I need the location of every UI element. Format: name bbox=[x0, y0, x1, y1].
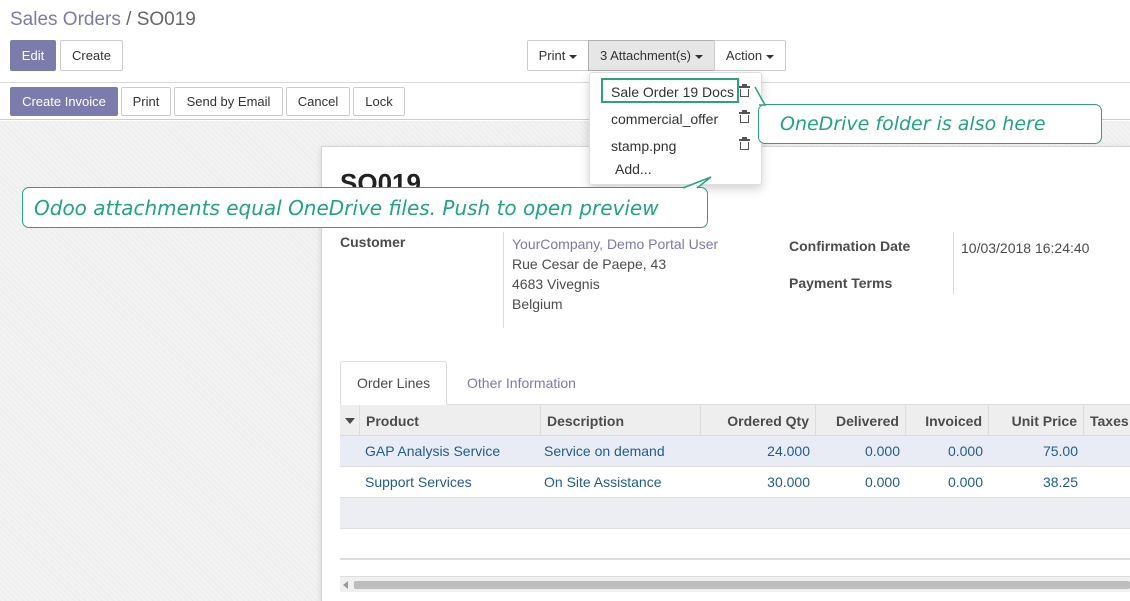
row-product: GAP Analysis Service bbox=[365, 443, 501, 459]
customer-link[interactable]: YourCompany, Demo Portal User bbox=[512, 234, 718, 254]
column-description[interactable]: Description bbox=[541, 405, 701, 436]
column-product[interactable]: Product bbox=[360, 405, 541, 436]
column-delivered[interactable]: Delivered bbox=[816, 405, 906, 436]
row-description: Service on demand bbox=[544, 443, 665, 459]
tab-other-information[interactable]: Other Information bbox=[451, 361, 592, 405]
print-dropdown-button[interactable]: Print bbox=[527, 40, 589, 71]
horizontal-scrollbar[interactable] bbox=[340, 576, 1130, 592]
address-line-1: Rue Cesar de Paepe, 43 bbox=[512, 256, 667, 272]
column-taxes[interactable]: Taxes bbox=[1084, 405, 1130, 436]
confirmation-date-label: Confirmation Date bbox=[789, 238, 911, 254]
control-panel: Sales Orders / SO019 Edit Create Print 3… bbox=[0, 0, 1130, 83]
callout-text: Odoo attachments equal OneDrive files. P… bbox=[34, 195, 659, 220]
trash-icon[interactable] bbox=[739, 137, 750, 150]
field-divider bbox=[503, 232, 504, 328]
attachments-callout: Odoo attachments equal OneDrive files. P… bbox=[22, 176, 712, 228]
cancel-button[interactable]: Cancel bbox=[286, 87, 350, 116]
attachments-dropdown-label: 3 Attachment(s) bbox=[599, 48, 692, 63]
row-invoiced: 0.000 bbox=[947, 474, 983, 490]
action-dropdown-button[interactable]: Action bbox=[714, 40, 786, 71]
callout-pointer bbox=[682, 176, 712, 189]
tab-order-lines[interactable]: Order Lines bbox=[340, 361, 448, 405]
row-unit-price: 75.00 bbox=[1042, 443, 1078, 459]
column-invoiced[interactable]: Invoiced bbox=[906, 405, 989, 436]
breadcrumb-current: SO019 bbox=[136, 9, 196, 30]
customer-label: Customer bbox=[340, 234, 406, 250]
row-invoiced: 0.000 bbox=[947, 443, 983, 459]
attachment-item-sale-order-docs[interactable]: Sale Order 19 Docs bbox=[611, 84, 734, 100]
address-line-2: 4683 Vivegnis bbox=[512, 276, 600, 292]
caret-down-icon bbox=[569, 54, 578, 59]
breadcrumb: Sales Orders / SO019 bbox=[10, 8, 196, 32]
trash-icon[interactable] bbox=[739, 84, 750, 97]
onedrive-folder-callout: OneDrive folder is also here bbox=[754, 86, 1102, 144]
field-divider bbox=[953, 232, 954, 294]
caret-down-icon bbox=[695, 54, 704, 59]
row-ordered-qty: 30.000 bbox=[767, 474, 810, 490]
edit-button[interactable]: Edit bbox=[10, 40, 56, 71]
customer-address: YourCompany, Demo Portal User Rue Cesar … bbox=[512, 234, 718, 314]
row-description: On Site Assistance bbox=[544, 474, 662, 490]
send-by-email-button[interactable]: Send by Email bbox=[174, 87, 283, 116]
attachment-item-commercial-offer[interactable]: commercial_offer bbox=[611, 111, 718, 127]
table-row[interactable]: Support Services On Site Assistance 30.0… bbox=[340, 467, 1130, 498]
order-lines-header: Product Description Ordered Qty Delivere… bbox=[340, 405, 1130, 436]
table-footer-line bbox=[340, 558, 1130, 560]
caret-down-icon bbox=[766, 54, 775, 59]
scroll-left-icon[interactable] bbox=[343, 581, 348, 589]
callout-pointer bbox=[754, 86, 767, 106]
column-unit-price[interactable]: Unit Price bbox=[989, 405, 1084, 436]
column-ordered-qty[interactable]: Ordered Qty bbox=[701, 405, 816, 436]
attachments-dropdown-button[interactable]: 3 Attachment(s) bbox=[588, 40, 715, 71]
add-attachment-link[interactable]: Add... bbox=[615, 161, 652, 177]
create-invoice-button[interactable]: Create Invoice bbox=[10, 87, 118, 116]
create-button[interactable]: Create bbox=[60, 40, 123, 71]
callout-text: OneDrive folder is also here bbox=[780, 113, 1046, 135]
sort-toggle[interactable] bbox=[340, 405, 360, 436]
breadcrumb-separator: / bbox=[126, 9, 132, 30]
scrollbar-thumb[interactable] bbox=[354, 581, 1130, 589]
breadcrumb-sales-orders[interactable]: Sales Orders bbox=[10, 9, 121, 30]
row-delivered: 0.000 bbox=[864, 474, 900, 490]
action-dropdown-label: Action bbox=[725, 48, 763, 63]
table-row[interactable]: GAP Analysis Service Service on demand 2… bbox=[340, 436, 1130, 467]
trash-icon[interactable] bbox=[739, 110, 750, 123]
payment-terms-label: Payment Terms bbox=[789, 275, 893, 291]
lock-button[interactable]: Lock bbox=[353, 87, 405, 116]
attachment-item-stamp[interactable]: stamp.png bbox=[611, 138, 676, 154]
sort-caret-icon bbox=[345, 417, 355, 424]
confirmation-date-value: 10/03/2018 16:24:40 bbox=[961, 240, 1090, 256]
print-button[interactable]: Print bbox=[121, 87, 171, 116]
row-product: Support Services bbox=[365, 474, 472, 490]
table-row-empty[interactable] bbox=[340, 498, 1130, 529]
row-ordered-qty: 24.000 bbox=[767, 443, 810, 459]
address-country: Belgium bbox=[512, 296, 563, 312]
print-dropdown-label: Print bbox=[538, 48, 566, 63]
row-delivered: 0.000 bbox=[864, 443, 900, 459]
row-unit-price: 38.25 bbox=[1042, 474, 1078, 490]
